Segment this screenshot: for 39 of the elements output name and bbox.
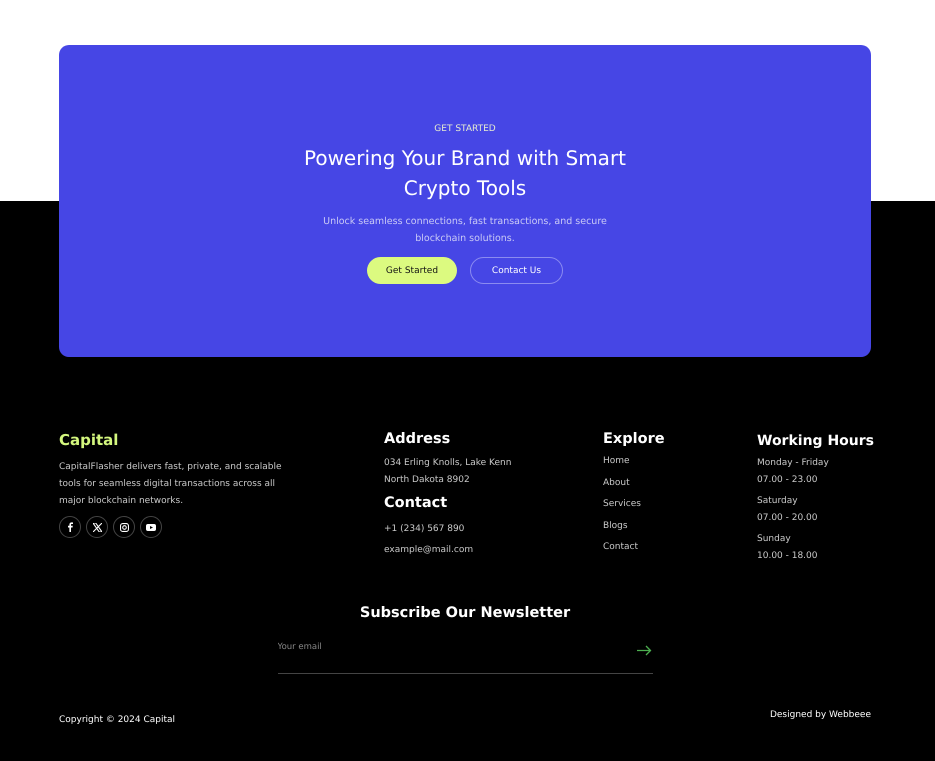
copyright-text: Copyright © 2024 Capital <box>59 715 176 725</box>
address-line: North Dakota 8902 <box>384 474 471 487</box>
instagram-link[interactable] <box>113 516 135 538</box>
contact-button[interactable]: Contact Us <box>470 257 563 284</box>
day-label: Monday - Friday <box>757 457 830 470</box>
footer-link[interactable]: About <box>603 472 757 494</box>
day-label: Saturday <box>757 495 799 508</box>
newsletter-heading: Subscribe Our Newsletter <box>360 605 570 621</box>
facebook-icon <box>67 522 73 532</box>
footer-link[interactable]: Blogs <box>603 516 757 537</box>
contact-heading: Contact <box>384 495 448 511</box>
youtube-icon <box>146 524 156 530</box>
cta-description: Unlock seamless connections, fast transactions, and secure blockchain solutions. <box>322 215 608 246</box>
address-line: 034 Erling Knolls, Lake Kenn <box>384 457 512 470</box>
x-link[interactable] <box>86 516 108 538</box>
x-icon <box>92 522 102 532</box>
arrow-right-icon[interactable] <box>636 645 652 656</box>
youtube-link[interactable] <box>140 516 162 538</box>
hours-time: 10.00 - 18.00 <box>757 550 818 563</box>
get-started-button[interactable]: Get Started <box>367 257 457 284</box>
contact-detail: +1 (234) 567 890 <box>384 523 466 536</box>
cta-heading: Powering Your Brand with Smart Crypto Tools <box>302 145 628 202</box>
hours-time: 07.00 - 23.00 <box>757 474 818 487</box>
facebook-link[interactable] <box>59 516 81 538</box>
footer-link[interactable]: Services <box>603 494 757 516</box>
footer-link[interactable]: Contact <box>603 537 757 558</box>
brand-description: CapitalFlasher delivers fast, private, and scalable tools for seamless digital transactions across all major blockchain networks. <box>59 461 282 508</box>
hours-time: 07.00 - 20.00 <box>757 512 818 525</box>
address-heading: Address <box>384 431 452 447</box>
instagram-icon <box>120 522 128 532</box>
credit-text: Designed by Webbeee <box>770 710 871 720</box>
contact-detail: example@mail.com <box>384 544 474 557</box>
hours-heading: Working Hours <box>757 433 874 449</box>
day-label: Sunday <box>757 533 792 546</box>
email-field[interactable]: Your email <box>278 642 636 652</box>
footer-link[interactable]: Home <box>603 451 757 472</box>
brand-name: Capital <box>59 431 120 449</box>
eyebrow-label: GET STARTED <box>434 124 496 134</box>
explore-heading: Explore <box>603 431 666 447</box>
